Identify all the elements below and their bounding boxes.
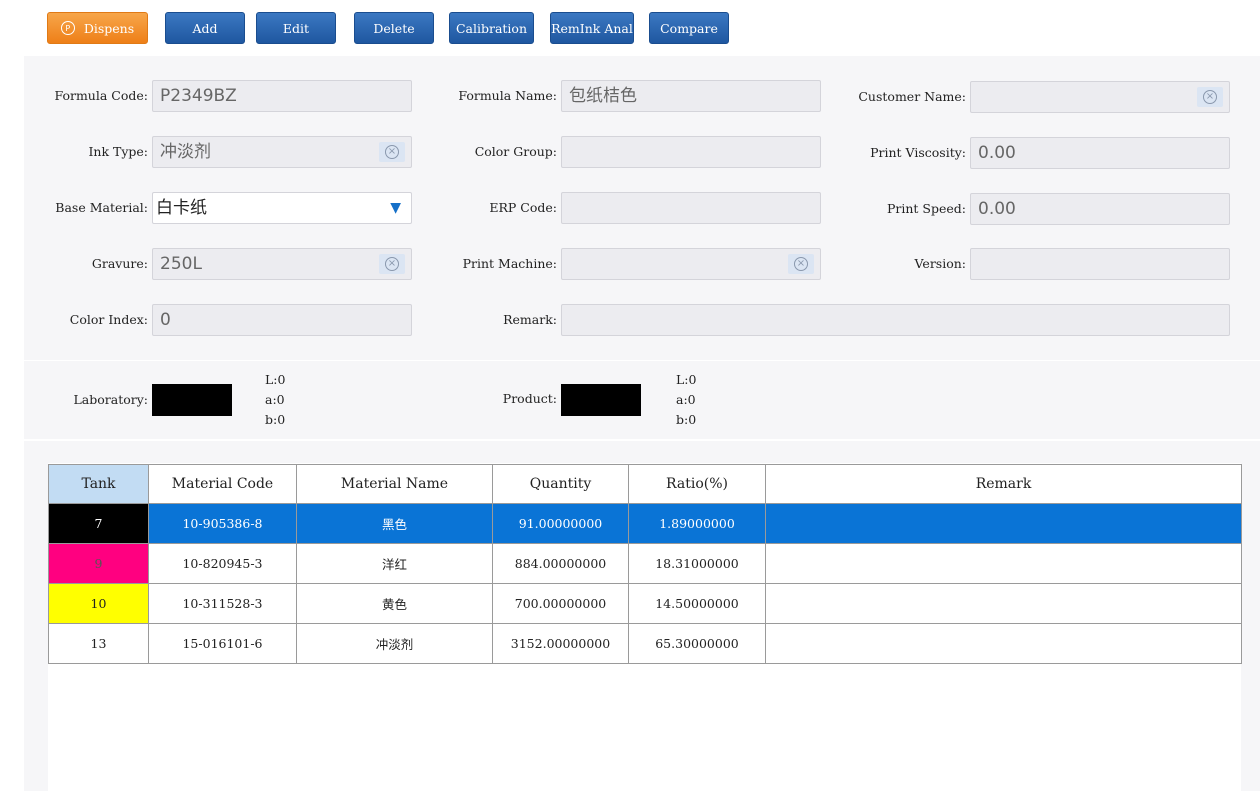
version-label: Version:	[914, 256, 966, 271]
print-speed-label: Print Speed:	[886, 201, 966, 216]
print-speed-field[interactable]: 0.00	[970, 193, 1230, 225]
remark-cell[interactable]	[765, 583, 1242, 624]
laboratory-label: Laboratory:	[73, 392, 148, 407]
material-name-cell[interactable]: 洋红	[296, 543, 493, 584]
calibration-button[interactable]: Calibration	[449, 12, 534, 44]
print-machine-label: Print Machine:	[462, 256, 557, 271]
ratio-cell[interactable]: 1.89000000	[628, 503, 766, 544]
material-name-cell[interactable]: 黑色	[296, 503, 493, 544]
compare-button[interactable]: Compare	[649, 12, 729, 44]
gravure-field[interactable]: 250L ×	[152, 248, 412, 280]
product-label: Product:	[502, 391, 557, 406]
delete-button[interactable]: Delete	[354, 12, 434, 44]
remark-label: Remark:	[503, 312, 557, 327]
column-header-tank[interactable]: Tank	[48, 464, 149, 504]
base-material-select[interactable]: 白卡纸 ▼	[152, 192, 412, 224]
formula-code-label: Formula Code:	[54, 88, 148, 103]
column-header-material-name[interactable]: Material Name	[296, 464, 493, 504]
material-name-cell[interactable]: 冲淡剂	[296, 623, 493, 664]
print-viscosity-label: Print Viscosity:	[870, 145, 966, 160]
table-row[interactable]: 10 10-311528-3 黄色 700.00000000 14.500000…	[48, 583, 1242, 624]
version-field[interactable]	[970, 248, 1230, 280]
product-color-swatch	[561, 384, 641, 416]
formula-name-label: Formula Name:	[458, 88, 557, 103]
tank-cell[interactable]: 13	[48, 623, 149, 664]
clear-print-machine-button[interactable]: ×	[788, 254, 814, 274]
remark-cell[interactable]	[765, 623, 1242, 664]
dispense-icon: P	[60, 21, 75, 35]
color-group-label: Color Group:	[474, 144, 557, 159]
tank-cell[interactable]: 9	[48, 543, 149, 584]
ink-type-field[interactable]: 冲淡剂 ×	[152, 136, 412, 168]
material-table: Tank Material Code Material Name Quantit…	[48, 464, 1242, 664]
material-code-cell[interactable]: 10-905386-8	[148, 503, 297, 544]
dispense-button[interactable]: P Dispens	[47, 12, 148, 44]
ratio-cell[interactable]: 18.31000000	[628, 543, 766, 584]
formula-name-field[interactable]: 包纸桔色	[561, 80, 821, 112]
laboratory-color-swatch	[152, 384, 232, 416]
dropdown-arrow-icon[interactable]: ▼	[390, 193, 401, 223]
quantity-cell[interactable]: 91.00000000	[492, 503, 629, 544]
add-button[interactable]: Add	[165, 12, 245, 44]
table-row[interactable]: 13 15-016101-6 冲淡剂 3152.00000000 65.3000…	[48, 623, 1242, 664]
edit-button[interactable]: Edit	[256, 12, 336, 44]
material-code-cell[interactable]: 10-311528-3	[148, 583, 297, 624]
quantity-cell[interactable]: 700.00000000	[492, 583, 629, 624]
clear-icon: ×	[794, 257, 808, 271]
product-lab-values: L:0 a:0 b:0	[676, 372, 697, 427]
clear-icon: ×	[385, 145, 399, 159]
color-index-field[interactable]: 0	[152, 304, 412, 336]
remink-anal-button[interactable]: RemInk Anal	[550, 12, 634, 44]
remark-cell[interactable]	[765, 543, 1242, 584]
clear-icon: ×	[1203, 90, 1217, 104]
material-name-cell[interactable]: 黄色	[296, 583, 493, 624]
table-header-row: Tank Material Code Material Name Quantit…	[48, 464, 1242, 504]
clear-ink-type-button[interactable]: ×	[379, 142, 405, 162]
gravure-label: Gravure:	[91, 256, 148, 271]
quantity-cell[interactable]: 3152.00000000	[492, 623, 629, 664]
tank-cell[interactable]: 7	[48, 503, 149, 544]
material-code-cell[interactable]: 15-016101-6	[148, 623, 297, 664]
customer-name-field[interactable]: ×	[970, 81, 1230, 113]
tank-cell[interactable]: 10	[48, 583, 149, 624]
remark-field[interactable]	[561, 304, 1230, 336]
clear-icon: ×	[385, 257, 399, 271]
clear-gravure-button[interactable]: ×	[379, 254, 405, 274]
ratio-cell[interactable]: 65.30000000	[628, 623, 766, 664]
ratio-cell[interactable]: 14.50000000	[628, 583, 766, 624]
clear-customer-name-button[interactable]: ×	[1197, 87, 1223, 107]
color-index-label: Color Index:	[69, 312, 148, 327]
formula-code-field[interactable]: P2349BZ	[152, 80, 412, 112]
laboratory-lab-values: L:0 a:0 b:0	[265, 372, 286, 427]
remark-cell[interactable]	[765, 503, 1242, 544]
ink-type-label: Ink Type:	[88, 144, 148, 159]
material-code-cell[interactable]: 10-820945-3	[148, 543, 297, 584]
toolbar: P Dispens Add Edit Delete Calibration Rem…	[0, 0, 1260, 56]
erp-code-label: ERP Code:	[489, 200, 557, 215]
color-group-field[interactable]	[561, 136, 821, 168]
customer-name-label: Customer Name:	[858, 89, 966, 104]
print-viscosity-field[interactable]: 0.00	[970, 137, 1230, 169]
base-material-label: Base Material:	[55, 200, 148, 215]
erp-code-field[interactable]	[561, 192, 821, 224]
column-header-ratio[interactable]: Ratio(%)	[628, 464, 766, 504]
table-row[interactable]: 9 10-820945-3 洋红 884.00000000 18.3100000…	[48, 543, 1242, 584]
column-header-material-code[interactable]: Material Code	[148, 464, 297, 504]
table-row[interactable]: 7 10-905386-8 黑色 91.00000000 1.89000000	[48, 503, 1242, 544]
quantity-cell[interactable]: 884.00000000	[492, 543, 629, 584]
column-header-remark[interactable]: Remark	[765, 464, 1242, 504]
print-machine-field[interactable]: ×	[561, 248, 821, 280]
column-header-quantity[interactable]: Quantity	[492, 464, 629, 504]
